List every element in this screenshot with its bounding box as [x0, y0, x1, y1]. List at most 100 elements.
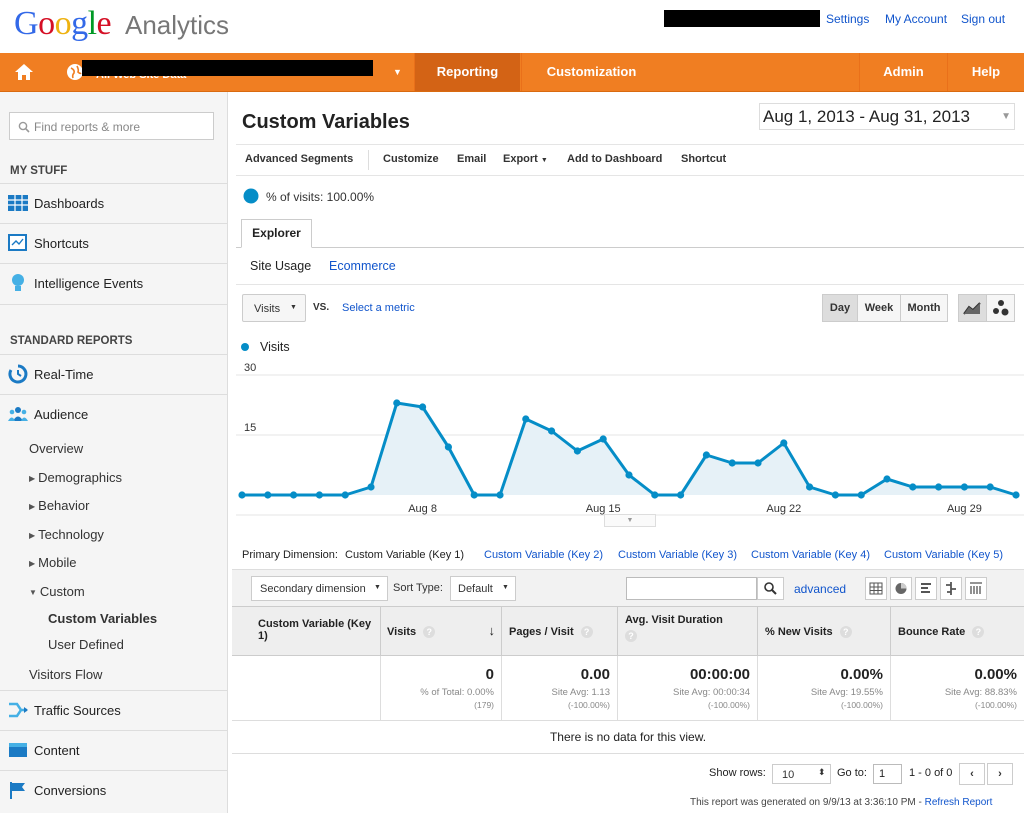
export-button[interactable]: Export ▼	[503, 153, 548, 165]
help-icon[interactable]: ?	[423, 626, 436, 638]
sidebar-item-dashboards[interactable]: Dashboards	[0, 183, 227, 223]
total-sub-detail: (-100.00%)	[707, 700, 750, 710]
audience-behavior-link[interactable]: ▶ Behavior	[29, 498, 89, 513]
audience-custom-link[interactable]: ▼ Custom	[29, 584, 85, 599]
primary-dimension-key3[interactable]: Custom Variable (Key 3)	[618, 549, 737, 561]
line-chart-button[interactable]	[958, 294, 987, 322]
period-month-button[interactable]: Month	[900, 294, 948, 322]
sidebar-item-conversions[interactable]: Conversions	[0, 770, 227, 810]
x-tick-label: Aug 29	[947, 503, 982, 515]
audience-overview-link[interactable]: Overview	[29, 441, 83, 456]
sidebar-item-content[interactable]: Content	[0, 730, 227, 770]
sidebar-item-audience[interactable]: Audience	[0, 394, 227, 434]
table-filter-button[interactable]	[757, 577, 784, 600]
totals-new-visits: 0.00% Site Avg: 19.55% (-100.00%)	[757, 656, 890, 720]
custom-variables-link[interactable]: Custom Variables	[48, 611, 157, 626]
chart-collapse-handle[interactable]: ▼	[604, 514, 656, 527]
tab-reporting[interactable]: Reporting	[414, 53, 520, 91]
audience-demographics-link[interactable]: ▶ Demographics	[29, 470, 122, 485]
shortcut-button[interactable]: Shortcut	[681, 153, 726, 165]
column-header-bounce-rate[interactable]: Bounce Rate ?	[890, 607, 1024, 655]
add-to-dashboard-button[interactable]: Add to Dashboard	[567, 153, 662, 165]
caret-down-icon: ▼	[29, 588, 37, 597]
chevron-down-icon[interactable]: ▼	[393, 67, 402, 77]
view-pivot-button[interactable]	[965, 577, 987, 600]
y-tick-label: 30	[244, 362, 256, 374]
total-value: 0.00%	[840, 666, 883, 683]
tab-customization[interactable]: Customization	[521, 53, 661, 91]
customize-button[interactable]: Customize	[383, 153, 439, 165]
tab-admin[interactable]: Admin	[859, 53, 947, 91]
view-comparison-button[interactable]	[940, 577, 962, 600]
next-page-button[interactable]: ›	[987, 763, 1013, 785]
settings-link[interactable]: Settings	[826, 12, 869, 26]
subtab-ecommerce[interactable]: Ecommerce	[329, 259, 396, 273]
metric-select[interactable]: Visits ▼	[242, 294, 306, 322]
help-icon[interactable]: ?	[839, 626, 852, 638]
sort-type-select[interactable]: Default ▼	[450, 576, 516, 601]
data-point	[754, 459, 762, 467]
primary-dimension-key4[interactable]: Custom Variable (Key 4)	[751, 549, 870, 561]
totals-bounce-rate: 0.00% Site Avg: 88.83% (-100.00%)	[890, 656, 1024, 720]
refresh-report-link[interactable]: Refresh Report	[925, 797, 993, 808]
column-header-avg-visit-duration[interactable]: Avg. Visit Duration ?	[617, 607, 757, 655]
audience-mobile-link[interactable]: ▶ Mobile	[29, 555, 76, 570]
select-metric-link[interactable]: Select a metric	[342, 302, 415, 314]
column-header-label: Bounce Rate	[898, 626, 966, 638]
chevron-down-icon: ▼	[540, 157, 548, 164]
data-point	[960, 483, 969, 491]
primary-dimension-key5[interactable]: Custom Variable (Key 5)	[884, 549, 1003, 561]
audience-technology-link[interactable]: ▶ Technology	[29, 527, 104, 542]
sidebar-sub-label: Mobile	[38, 555, 77, 570]
data-point	[393, 399, 401, 407]
sidebar-item-shortcuts[interactable]: Shortcuts	[0, 223, 227, 263]
advanced-filter-link[interactable]: advanced	[794, 582, 846, 596]
data-point	[341, 491, 349, 499]
table-filter-input[interactable]	[626, 577, 757, 600]
help-icon[interactable]: ?	[625, 630, 637, 642]
user-defined-link[interactable]: User Defined	[48, 637, 124, 652]
view-pie-button[interactable]	[890, 577, 912, 600]
sidebar-item-real-time[interactable]: Real-Time	[0, 354, 227, 394]
period-week-button[interactable]: Week	[857, 294, 901, 322]
sign-out-link[interactable]: Sign out	[961, 12, 1005, 26]
column-header-key1[interactable]: Custom Variable (Key 1)	[232, 607, 380, 655]
prev-page-button[interactable]: ‹	[959, 763, 985, 785]
sidebar-item-label: Dashboards	[34, 196, 105, 211]
goto-input[interactable]: 1	[873, 764, 902, 784]
column-header-new-visits[interactable]: % New Visits ?	[757, 607, 890, 655]
caret-right-icon: ▶	[29, 531, 36, 540]
audience-icon	[8, 407, 28, 421]
tab-help[interactable]: Help	[947, 53, 1024, 91]
secondary-dimension-select[interactable]: Secondary dimension ▼	[251, 576, 388, 601]
logo-letter: e	[96, 5, 112, 42]
date-range-picker[interactable]: Aug 1, 2013 - Aug 31, 2013 ▼	[759, 103, 1015, 130]
column-header-visits[interactable]: Visits ? ↓	[380, 607, 501, 655]
primary-dimension-key2[interactable]: Custom Variable (Key 2)	[484, 549, 603, 561]
home-icon[interactable]	[14, 62, 34, 82]
help-icon[interactable]: ?	[972, 626, 985, 638]
column-header-pages-per-visit[interactable]: Pages / Visit ?	[501, 607, 617, 655]
view-performance-button[interactable]	[915, 577, 937, 600]
sidebar-item-intelligence-events[interactable]: Intelligence Events	[0, 263, 227, 305]
email-button[interactable]: Email	[457, 153, 486, 165]
period-day-button[interactable]: Day	[822, 294, 858, 322]
chevron-down-icon: ▼	[374, 584, 381, 591]
page-title: Custom Variables	[242, 111, 410, 133]
subtab-site-usage[interactable]: Site Usage	[250, 259, 311, 273]
show-rows-select[interactable]: 10 ⬍	[772, 764, 831, 784]
primary-dimension-bar: Primary Dimension: Custom Variable (Key …	[242, 549, 464, 561]
sidebar-item-traffic-sources[interactable]: Traffic Sources	[0, 690, 227, 730]
view-table-button[interactable]	[865, 577, 887, 600]
advanced-segments-button[interactable]: Advanced Segments	[245, 153, 353, 165]
standard-reports-heading: STANDARD REPORTS	[10, 335, 133, 347]
google-logo[interactable]: Google	[14, 4, 112, 44]
tab-explorer[interactable]: Explorer	[241, 219, 312, 248]
data-point	[315, 491, 323, 499]
visitors-flow-link[interactable]: Visitors Flow	[29, 667, 102, 682]
search-input[interactable]: Find reports & more	[9, 112, 214, 140]
help-icon[interactable]: ?	[580, 626, 593, 638]
y-tick-label: 15	[244, 422, 256, 434]
motion-chart-button[interactable]	[986, 294, 1015, 322]
my-account-link[interactable]: My Account	[885, 12, 947, 26]
